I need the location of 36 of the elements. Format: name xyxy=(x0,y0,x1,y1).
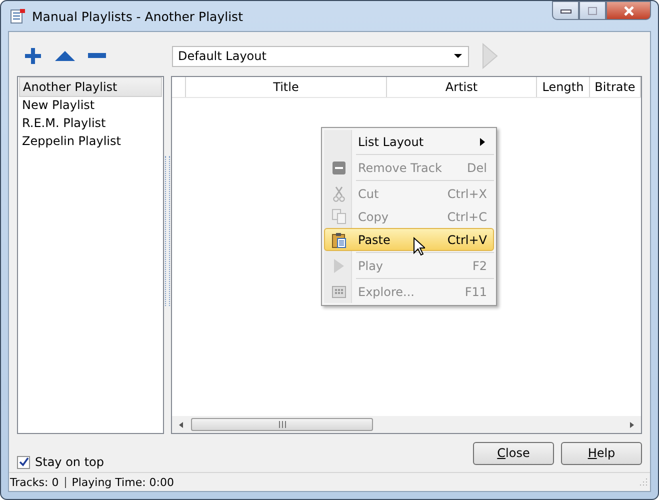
scroll-left-icon[interactable] xyxy=(177,420,185,428)
move-up-icon[interactable] xyxy=(55,51,75,61)
clipboard-icon xyxy=(332,232,346,248)
playlist-item[interactable]: Zeppelin Playlist xyxy=(19,132,162,150)
dropdown-caret-icon xyxy=(454,54,462,58)
menu-item[interactable]: Paste Ctrl+V xyxy=(324,228,494,251)
maximize-button[interactable] xyxy=(579,1,606,20)
app-icon xyxy=(10,8,26,24)
scrollbar-thumb[interactable] xyxy=(191,418,373,431)
minimize-button[interactable] xyxy=(552,1,579,20)
status-text: Playing Time: 0:00 xyxy=(72,476,174,488)
dialog-button[interactable]: Close xyxy=(473,442,554,464)
stay-on-top-checkbox[interactable]: Stay on top xyxy=(17,455,104,469)
scroll-right-icon[interactable] xyxy=(628,420,636,428)
minimize-icon xyxy=(560,8,572,14)
submenu-arrow-icon xyxy=(480,138,485,146)
dialog-button[interactable]: Help xyxy=(561,442,642,464)
close-button[interactable] xyxy=(606,1,651,20)
playlist-item[interactable]: R.E.M. Playlist xyxy=(19,114,162,132)
playlist-item[interactable]: New Playlist xyxy=(19,96,162,114)
remove-icon[interactable] xyxy=(88,53,106,59)
add-icon[interactable] xyxy=(24,47,42,65)
maximize-icon xyxy=(586,6,598,16)
playlist-item[interactable]: Another Playlist xyxy=(19,77,162,97)
scissors-icon xyxy=(332,186,344,202)
grid-icon xyxy=(332,286,346,298)
play-icon xyxy=(332,258,344,274)
layout-dropdown[interactable]: Default Layout xyxy=(172,46,469,66)
checkmark-icon xyxy=(18,457,28,467)
close-icon xyxy=(622,4,636,16)
copy-icon xyxy=(332,209,346,224)
status-text: Tracks: 0 xyxy=(10,476,59,488)
mouse-pointer-icon xyxy=(413,237,425,256)
resize-grip-icon[interactable] xyxy=(638,477,648,487)
window-title: Manual Playlists - Another Playlist xyxy=(32,8,243,24)
menu-item[interactable]: List Layout xyxy=(324,130,494,153)
